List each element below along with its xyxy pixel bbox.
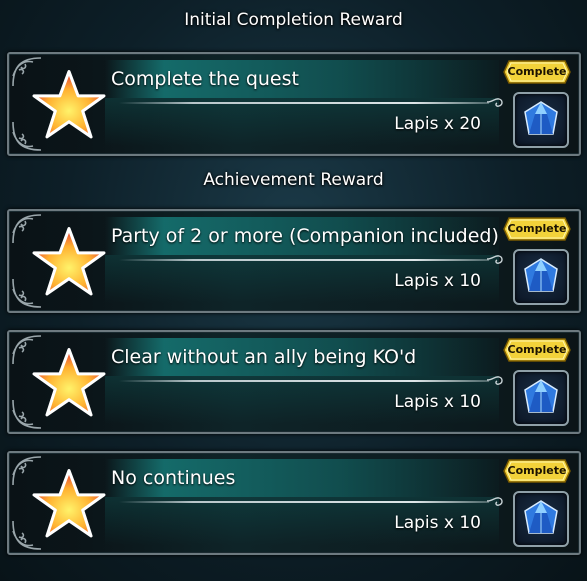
star-icon	[32, 227, 106, 296]
quest-condition-label: Clear without an ally being KO'd	[111, 346, 417, 368]
quest-condition-label: Party of 2 or more (Companion included)	[111, 225, 499, 247]
achievement-reward-title: Achievement Reward	[203, 170, 384, 190]
reward-card: Complete the quest Lapis x 20 Complete	[7, 52, 581, 156]
reward-card: Clear without an ally being KO'd Lapis x…	[7, 330, 581, 434]
complete-badge: Complete	[503, 217, 571, 241]
reward-amount-label: Lapis x 10	[394, 392, 481, 412]
divider-flourish	[486, 255, 503, 264]
quest-condition-label: Complete the quest	[111, 68, 299, 90]
lapis-gem-icon	[513, 370, 569, 426]
complete-badge: Complete	[503, 338, 571, 362]
star-icon	[32, 348, 106, 417]
complete-badge: Complete	[503, 459, 571, 483]
complete-badge-label: Complete	[507, 65, 567, 78]
reward-amount-label: Lapis x 10	[394, 513, 481, 533]
lapis-gem-icon	[513, 491, 569, 547]
complete-badge-label: Complete	[507, 343, 567, 356]
complete-badge-label: Complete	[507, 222, 567, 235]
reward-amount-label: Lapis x 10	[394, 271, 481, 291]
lapis-gem-icon	[513, 92, 569, 148]
complete-badge-label: Complete	[507, 464, 567, 477]
quest-condition-label: No continues	[111, 467, 236, 489]
divider-flourish	[486, 497, 503, 506]
reward-card: Party of 2 or more (Companion included) …	[7, 209, 581, 313]
complete-badge: Complete	[503, 60, 571, 84]
initial-completion-title: Initial Completion Reward	[184, 10, 403, 30]
star-icon	[32, 469, 106, 538]
reward-card: No continues Lapis x 10 Complete	[7, 451, 581, 555]
divider-flourish	[486, 98, 503, 107]
divider-flourish	[486, 376, 503, 385]
reward-amount-label: Lapis x 20	[394, 114, 481, 134]
star-icon	[32, 70, 106, 139]
lapis-gem-icon	[513, 249, 569, 305]
